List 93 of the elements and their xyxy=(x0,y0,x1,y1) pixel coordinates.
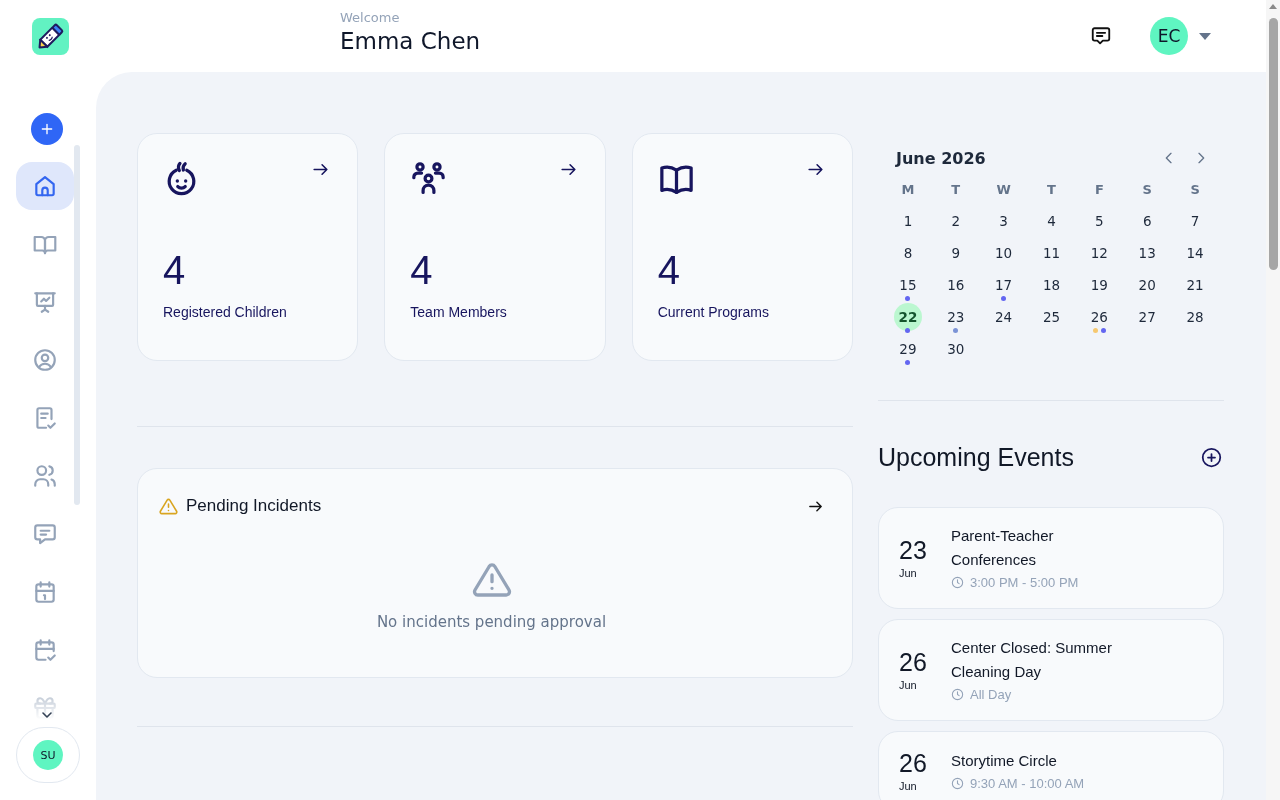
scrollbar[interactable] xyxy=(1266,0,1280,800)
stat-value: 4 xyxy=(657,247,681,294)
home-icon xyxy=(32,173,58,199)
chat-icon[interactable] xyxy=(1090,25,1112,47)
section-title: Upcoming Events xyxy=(878,442,1074,472)
stat-label: Team Members xyxy=(410,303,508,322)
calendar-day[interactable]: 13 xyxy=(1133,239,1162,267)
user-menu-button[interactable]: SU xyxy=(16,727,80,783)
calendar-day[interactable]: 8 xyxy=(893,239,922,267)
calendar-day[interactable]: 11 xyxy=(1037,239,1066,267)
plus-circle-icon[interactable] xyxy=(1201,446,1222,468)
gift-icon xyxy=(32,695,58,720)
people-icon xyxy=(410,160,448,197)
weekday-label: S xyxy=(1190,181,1200,197)
event-title: Center Closed: Summer Cleaning Day xyxy=(951,638,1113,682)
user-name: Emma Chen xyxy=(340,27,481,56)
calendar-day[interactable]: 21 xyxy=(1181,271,1210,299)
welcome-text: Welcome xyxy=(340,10,401,26)
user-avatar: SU xyxy=(33,740,63,770)
event-card[interactable]: 23 Jun Parent-Teacher Conferences 3:00 PM - 5:00 PM xyxy=(878,507,1224,609)
calendar-day[interactable]: 22 xyxy=(893,303,922,331)
calendar-day[interactable]: 30 xyxy=(941,335,970,363)
calendar-day[interactable]: 14 xyxy=(1181,239,1210,267)
chevron-down-icon[interactable] xyxy=(41,711,53,719)
section-title: Pending Incidents xyxy=(186,496,322,516)
event-time: All Day xyxy=(970,686,1012,702)
clock-icon xyxy=(951,575,964,589)
event-title: Parent-Teacher Conferences xyxy=(951,526,1055,570)
calendar-day[interactable]: 2 xyxy=(941,207,970,235)
event-title: Storytime Circle xyxy=(951,751,1058,771)
event-time: 9:30 AM - 10:00 AM xyxy=(970,775,1085,791)
calendar-day[interactable]: 27 xyxy=(1133,303,1162,331)
weekday-label: T xyxy=(951,181,961,197)
plus-icon xyxy=(39,121,55,137)
calendar-day[interactable]: 17 xyxy=(989,271,1018,299)
stat-label: Registered Children xyxy=(163,303,288,322)
calendar-day[interactable]: 16 xyxy=(941,271,970,299)
message-icon xyxy=(32,521,58,547)
weekday-label: W xyxy=(996,181,1011,197)
event-day: 26 xyxy=(899,748,931,778)
calendar-day[interactable]: 18 xyxy=(1037,271,1066,299)
calendar-day[interactable]: 29 xyxy=(893,335,922,363)
event-month: Jun xyxy=(899,779,918,794)
warning-icon xyxy=(159,496,178,516)
users-icon xyxy=(32,463,58,489)
calendar-check-icon xyxy=(32,637,58,663)
user-circle-icon xyxy=(32,347,58,373)
pencil-logo-icon xyxy=(32,18,69,55)
scroll-up-arrow-icon[interactable] xyxy=(1269,4,1277,9)
clock-icon xyxy=(951,776,964,790)
calendar-day[interactable]: 26 xyxy=(1085,303,1114,331)
presentation-chart-icon xyxy=(32,289,58,315)
event-month: Jun xyxy=(899,566,918,581)
calendar-day[interactable]: 1 xyxy=(893,207,922,235)
scrollbar-thumb[interactable] xyxy=(74,145,80,505)
calendar-day[interactable]: 3 xyxy=(989,207,1018,235)
scrollbar-thumb[interactable] xyxy=(1268,18,1278,270)
event-month: Jun xyxy=(899,678,918,693)
event-time: 3:00 PM - 5:00 PM xyxy=(970,574,1079,590)
calendar-title: June 2026 xyxy=(896,148,986,168)
weekday-label: T xyxy=(1047,181,1056,197)
calendar-day[interactable]: 12 xyxy=(1085,239,1114,267)
nav-item[interactable] xyxy=(16,162,74,210)
calendar-day[interactable]: 4 xyxy=(1037,207,1066,235)
event-day: 23 xyxy=(899,535,931,565)
empty-message: No incidents pending approval xyxy=(376,612,607,633)
calendar-day[interactable]: 7 xyxy=(1181,207,1210,235)
calendar-day[interactable]: 28 xyxy=(1181,303,1210,331)
caret-down-icon[interactable] xyxy=(1199,32,1211,40)
calendar-day[interactable]: 25 xyxy=(1037,303,1066,331)
event-card[interactable]: 26 Jun Center Closed: Summer Cleaning Day All Day xyxy=(878,619,1224,721)
stat-value: 4 xyxy=(163,247,187,294)
calendar-day[interactable]: 15 xyxy=(893,271,922,299)
calendar-icon xyxy=(32,579,58,605)
user-avatar[interactable]: EC xyxy=(1150,17,1188,55)
weekday-label: S xyxy=(1142,181,1152,197)
calendar-day[interactable]: 6 xyxy=(1133,207,1162,235)
stat-label: Current Programs xyxy=(657,303,770,322)
event-day: 26 xyxy=(899,647,931,677)
calendar-day[interactable]: 20 xyxy=(1133,271,1162,299)
calendar-day[interactable]: 24 xyxy=(989,303,1018,331)
stat-value: 4 xyxy=(410,247,434,294)
calendar-day[interactable]: 23 xyxy=(941,303,970,331)
event-card[interactable]: 26 Jun Storytime Circle 9:30 AM - 10:00 AM xyxy=(878,731,1224,800)
calendar-day[interactable]: 9 xyxy=(941,239,970,267)
clock-icon xyxy=(951,687,964,701)
warning-icon xyxy=(471,560,512,600)
add-button[interactable] xyxy=(31,113,63,145)
calendar-day[interactable]: 5 xyxy=(1085,207,1114,235)
calendar-day[interactable]: 19 xyxy=(1085,271,1114,299)
weekday-label: F xyxy=(1094,181,1104,197)
calendar-day[interactable]: 10 xyxy=(989,239,1018,267)
weekday-label: M xyxy=(901,181,915,197)
